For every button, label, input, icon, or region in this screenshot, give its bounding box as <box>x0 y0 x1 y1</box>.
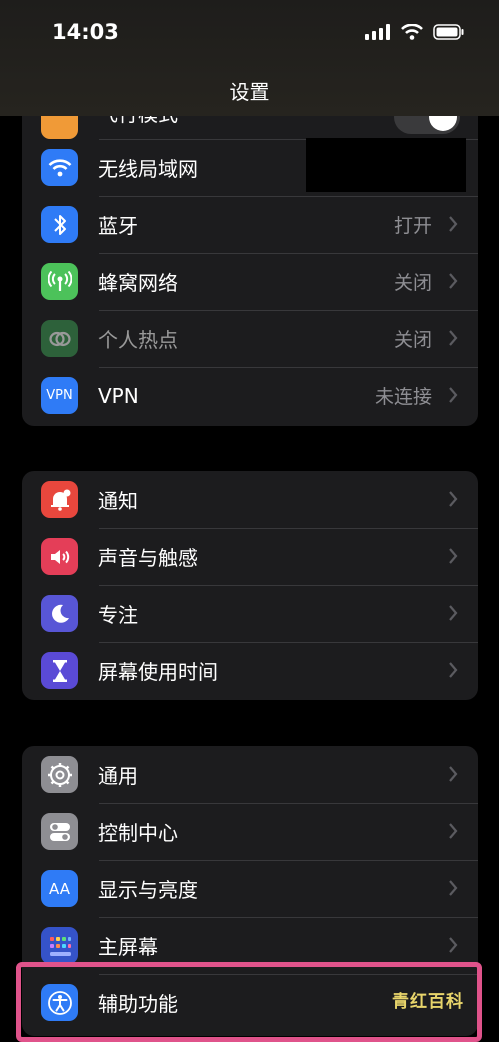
row-label: 专注 <box>98 603 138 627</box>
watermark: 青红百科 <box>392 992 464 1012</box>
settings-row-screen-time[interactable]: 屏幕使用时间 <box>22 642 478 699</box>
vpn-icon: VPN <box>41 377 78 414</box>
row-label: 控制中心 <box>98 821 178 845</box>
row-label: 蜂窝网络 <box>98 271 178 295</box>
row-value: 关闭 <box>393 272 432 294</box>
row-label: 通用 <box>98 764 138 788</box>
text-size-icon: AA <box>41 870 78 907</box>
redacted-block <box>306 138 466 192</box>
chevron-right-icon <box>449 937 458 953</box>
settings-row-control-center[interactable]: 控制中心 <box>22 803 478 860</box>
chevron-right-icon <box>449 548 458 564</box>
chevron-right-icon <box>449 330 458 346</box>
speaker-icon <box>41 538 78 575</box>
chevron-right-icon <box>449 491 458 507</box>
settings-row-bluetooth[interactable]: 蓝牙 打开 <box>22 196 478 253</box>
settings-row-notifications[interactable]: 通知 <box>22 471 478 528</box>
page-title: 设置 <box>229 80 270 104</box>
home-screen-icon <box>41 927 78 964</box>
connectivity-group: 飞行模式 无线局域网 蓝牙 打开 蜂窝网络 关闭 个人热点 关闭 VPN <box>22 82 478 426</box>
wifi-status-icon <box>401 24 423 40</box>
notifications-group: 通知 声音与触感 专注 屏幕使用时间 <box>22 471 478 700</box>
row-label: 个人热点 <box>98 328 178 352</box>
notification-icon <box>41 481 78 518</box>
chevron-right-icon <box>449 605 458 621</box>
hotspot-icon <box>41 320 78 357</box>
settings-row-display[interactable]: AA 显示与亮度 <box>22 860 478 917</box>
settings-row-general[interactable]: 通用 <box>22 746 478 803</box>
chevron-right-icon <box>449 273 458 289</box>
bluetooth-icon <box>41 206 78 243</box>
toggles-icon <box>41 813 78 850</box>
row-value: 未连接 <box>374 386 432 408</box>
settings-row-hotspot[interactable]: 个人热点 关闭 <box>22 310 478 367</box>
settings-row-vpn[interactable]: VPN VPN 未连接 <box>22 367 478 424</box>
chevron-right-icon <box>449 766 458 782</box>
settings-row-cellular[interactable]: 蜂窝网络 关闭 <box>22 253 478 310</box>
display-badge: AA <box>49 879 70 898</box>
row-label: 蓝牙 <box>98 214 138 238</box>
hourglass-icon <box>41 652 78 689</box>
chevron-right-icon <box>449 216 458 232</box>
settings-row-focus[interactable]: 专注 <box>22 585 478 642</box>
cellular-icon <box>41 263 78 300</box>
row-value: 关闭 <box>393 329 432 351</box>
row-label: 声音与触感 <box>98 546 198 570</box>
chevron-right-icon <box>449 387 458 403</box>
signal-icon <box>365 24 390 40</box>
battery-icon <box>433 24 464 40</box>
row-label: 屏幕使用时间 <box>98 660 218 684</box>
gear-icon <box>41 756 78 793</box>
wifi-icon <box>41 149 78 186</box>
status-bar: 14:03 <box>0 0 499 66</box>
row-label: VPN <box>98 383 139 408</box>
row-label: 通知 <box>98 489 138 513</box>
chevron-right-icon <box>449 662 458 678</box>
row-label: 显示与亮度 <box>98 878 198 902</box>
moon-icon <box>41 595 78 632</box>
row-value: 打开 <box>393 215 432 237</box>
chevron-right-icon <box>449 823 458 839</box>
vpn-badge: VPN <box>46 388 73 403</box>
settings-row-sounds[interactable]: 声音与触感 <box>22 528 478 585</box>
row-label: 主屏幕 <box>98 935 158 959</box>
chevron-right-icon <box>449 880 458 896</box>
status-time: 14:03 <box>52 20 119 44</box>
row-label: 无线局域网 <box>98 157 198 181</box>
